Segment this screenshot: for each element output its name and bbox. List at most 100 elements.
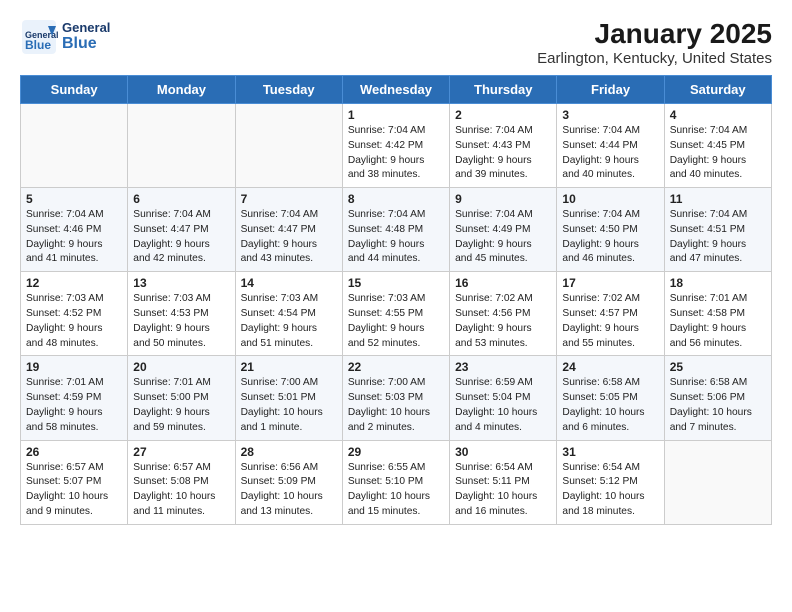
calendar-cell: 17Sunrise: 7:02 AM Sunset: 4:57 PM Dayli…: [557, 272, 664, 356]
day-number: 17: [562, 276, 658, 290]
day-info: Sunrise: 7:04 AM Sunset: 4:46 PM Dayligh…: [26, 208, 122, 267]
month-title: January 2025: [537, 18, 772, 50]
calendar-table: SundayMondayTuesdayWednesdayThursdayFrid…: [20, 75, 772, 525]
day-number: 23: [455, 360, 551, 374]
logo-blue-label: Blue: [62, 35, 110, 53]
day-info: Sunrise: 7:04 AM Sunset: 4:51 PM Dayligh…: [670, 208, 766, 267]
calendar-week-row: 26Sunrise: 6:57 AM Sunset: 5:07 PM Dayli…: [21, 440, 772, 524]
calendar-cell: 31 Sunrise: 6:54 AM Sunset: 5:12 PM Dayli…: [557, 440, 664, 524]
calendar-cell: 8Sunrise: 7:04 AM Sunset: 4:48 PM Daylig…: [342, 188, 449, 272]
weekday-header-tuesday: Tuesday: [235, 76, 342, 104]
day-info: Sunrise: 7:01 AM Sunset: 4:58 PM Dayligh…: [670, 292, 766, 351]
weekday-header-saturday: Saturday: [664, 76, 771, 104]
day-number: 25: [670, 360, 766, 374]
day-number: 2: [455, 108, 551, 122]
svg-text:Blue: Blue: [25, 38, 51, 52]
calendar-cell: 1Sunrise: 7:04 AM Sunset: 4:42 PM Daylig…: [342, 104, 449, 188]
day-info: Sunrise: 7:04 AM Sunset: 4:47 PM Dayligh…: [241, 208, 337, 267]
day-number: 31: [562, 445, 658, 459]
calendar-cell: 26Sunrise: 6:57 AM Sunset: 5:07 PM Dayli…: [21, 440, 128, 524]
calendar-cell: [21, 104, 128, 188]
day-number: 4: [670, 108, 766, 122]
calendar-cell: 6Sunrise: 7:04 AM Sunset: 4:47 PM Daylig…: [128, 188, 235, 272]
calendar-cell: 16 Sunrise: 7:02 AM Sunset: 4:56 PM Dayli…: [450, 272, 557, 356]
day-info: Sunrise: 7:04 AM Sunset: 4:44 PM Dayligh…: [562, 124, 658, 183]
calendar-cell: 4 Sunrise: 7:04 AM Sunset: 4:45 PM Daylig…: [664, 104, 771, 188]
day-info: Sunrise: 6:56 AM Sunset: 5:09 PM Dayligh…: [241, 461, 337, 520]
day-number: 16: [455, 276, 551, 290]
weekday-header-monday: Monday: [128, 76, 235, 104]
day-number: 18: [670, 276, 766, 290]
header: General Blue General Blue January 2025 E…: [20, 18, 772, 67]
day-info: Sunrise: 6:55 AM Sunset: 5:10 PM Dayligh…: [348, 461, 444, 520]
calendar-cell: 19 Sunrise: 7:01 AM Sunset: 4:59 PM Dayli…: [21, 356, 128, 440]
day-info: Sunrise: 7:00 AM Sunset: 5:01 PM Dayligh…: [241, 376, 337, 435]
calendar-cell: 12 Sunrise: 7:03 AM Sunset: 4:52 PM Dayli…: [21, 272, 128, 356]
day-number: 15: [348, 276, 444, 290]
day-number: 10: [562, 192, 658, 206]
calendar-week-row: 5 Sunrise: 7:04 AM Sunset: 4:46 PM Daylig…: [21, 188, 772, 272]
calendar-week-row: 19 Sunrise: 7:01 AM Sunset: 4:59 PM Dayli…: [21, 356, 772, 440]
day-info: Sunrise: 6:59 AM Sunset: 5:04 PM Dayligh…: [455, 376, 551, 435]
day-info: Sunrise: 7:03 AM Sunset: 4:54 PM Dayligh…: [241, 292, 337, 351]
day-info: Sunrise: 7:03 AM Sunset: 4:53 PM Dayligh…: [133, 292, 229, 351]
day-info: Sunrise: 7:03 AM Sunset: 4:52 PM Dayligh…: [26, 292, 122, 351]
day-number: 11: [670, 192, 766, 206]
calendar-cell: 30Sunrise: 6:54 AM Sunset: 5:11 PM Dayli…: [450, 440, 557, 524]
calendar-cell: 3Sunrise: 7:04 AM Sunset: 4:44 PM Daylig…: [557, 104, 664, 188]
day-number: 1: [348, 108, 444, 122]
day-number: 5: [26, 192, 122, 206]
day-number: 14: [241, 276, 337, 290]
calendar-cell: 22Sunrise: 7:00 AM Sunset: 5:03 PM Dayli…: [342, 356, 449, 440]
calendar-week-row: 1Sunrise: 7:04 AM Sunset: 4:42 PM Daylig…: [21, 104, 772, 188]
calendar-cell: 28 Sunrise: 6:56 AM Sunset: 5:09 PM Dayli…: [235, 440, 342, 524]
calendar-cell: 13 Sunrise: 7:03 AM Sunset: 4:53 PM Dayli…: [128, 272, 235, 356]
day-info: Sunrise: 7:04 AM Sunset: 4:43 PM Dayligh…: [455, 124, 551, 183]
weekday-header-row: SundayMondayTuesdayWednesdayThursdayFrid…: [21, 76, 772, 104]
calendar-cell: 24Sunrise: 6:58 AM Sunset: 5:05 PM Dayli…: [557, 356, 664, 440]
day-number: 24: [562, 360, 658, 374]
day-info: Sunrise: 7:04 AM Sunset: 4:45 PM Dayligh…: [670, 124, 766, 183]
day-number: 12: [26, 276, 122, 290]
calendar-cell: 27 Sunrise: 6:57 AM Sunset: 5:08 PM Dayli…: [128, 440, 235, 524]
weekday-header-wednesday: Wednesday: [342, 76, 449, 104]
logo: General Blue General Blue: [20, 18, 110, 56]
calendar-cell: 2 Sunrise: 7:04 AM Sunset: 4:43 PM Daylig…: [450, 104, 557, 188]
day-info: Sunrise: 7:03 AM Sunset: 4:55 PM Dayligh…: [348, 292, 444, 351]
day-number: 13: [133, 276, 229, 290]
weekday-header-friday: Friday: [557, 76, 664, 104]
calendar-cell: [235, 104, 342, 188]
day-info: Sunrise: 7:01 AM Sunset: 5:00 PM Dayligh…: [133, 376, 229, 435]
day-info: Sunrise: 7:01 AM Sunset: 4:59 PM Dayligh…: [26, 376, 122, 435]
day-info: Sunrise: 7:04 AM Sunset: 4:47 PM Dayligh…: [133, 208, 229, 267]
title-block: January 2025 Earlington, Kentucky, Unite…: [537, 18, 772, 67]
day-info: Sunrise: 7:02 AM Sunset: 4:56 PM Dayligh…: [455, 292, 551, 351]
day-info: Sunrise: 6:57 AM Sunset: 5:08 PM Dayligh…: [133, 461, 229, 520]
day-info: Sunrise: 6:54 AM Sunset: 5:12 PM Dayligh…: [562, 461, 658, 520]
calendar-week-row: 12 Sunrise: 7:03 AM Sunset: 4:52 PM Dayli…: [21, 272, 772, 356]
calendar-cell: 7 Sunrise: 7:04 AM Sunset: 4:47 PM Daylig…: [235, 188, 342, 272]
calendar-cell: 9 Sunrise: 7:04 AM Sunset: 4:49 PM Daylig…: [450, 188, 557, 272]
calendar-cell: 14 Sunrise: 7:03 AM Sunset: 4:54 PM Dayli…: [235, 272, 342, 356]
day-number: 20: [133, 360, 229, 374]
day-number: 22: [348, 360, 444, 374]
day-number: 8: [348, 192, 444, 206]
calendar-cell: 18 Sunrise: 7:01 AM Sunset: 4:58 PM Dayli…: [664, 272, 771, 356]
weekday-header-thursday: Thursday: [450, 76, 557, 104]
calendar-cell: 25 Sunrise: 6:58 AM Sunset: 5:06 PM Dayli…: [664, 356, 771, 440]
day-info: Sunrise: 6:54 AM Sunset: 5:11 PM Dayligh…: [455, 461, 551, 520]
day-number: 19: [26, 360, 122, 374]
calendar-cell: 15 Sunrise: 7:03 AM Sunset: 4:55 PM Dayli…: [342, 272, 449, 356]
day-number: 28: [241, 445, 337, 459]
calendar-cell: 29Sunrise: 6:55 AM Sunset: 5:10 PM Dayli…: [342, 440, 449, 524]
logo-icon: General Blue: [20, 18, 58, 56]
day-info: Sunrise: 7:04 AM Sunset: 4:50 PM Dayligh…: [562, 208, 658, 267]
day-number: 9: [455, 192, 551, 206]
weekday-header-sunday: Sunday: [21, 76, 128, 104]
day-number: 7: [241, 192, 337, 206]
day-number: 26: [26, 445, 122, 459]
day-number: 27: [133, 445, 229, 459]
day-number: 21: [241, 360, 337, 374]
day-info: Sunrise: 6:58 AM Sunset: 5:06 PM Dayligh…: [670, 376, 766, 435]
day-info: Sunrise: 7:04 AM Sunset: 4:49 PM Dayligh…: [455, 208, 551, 267]
